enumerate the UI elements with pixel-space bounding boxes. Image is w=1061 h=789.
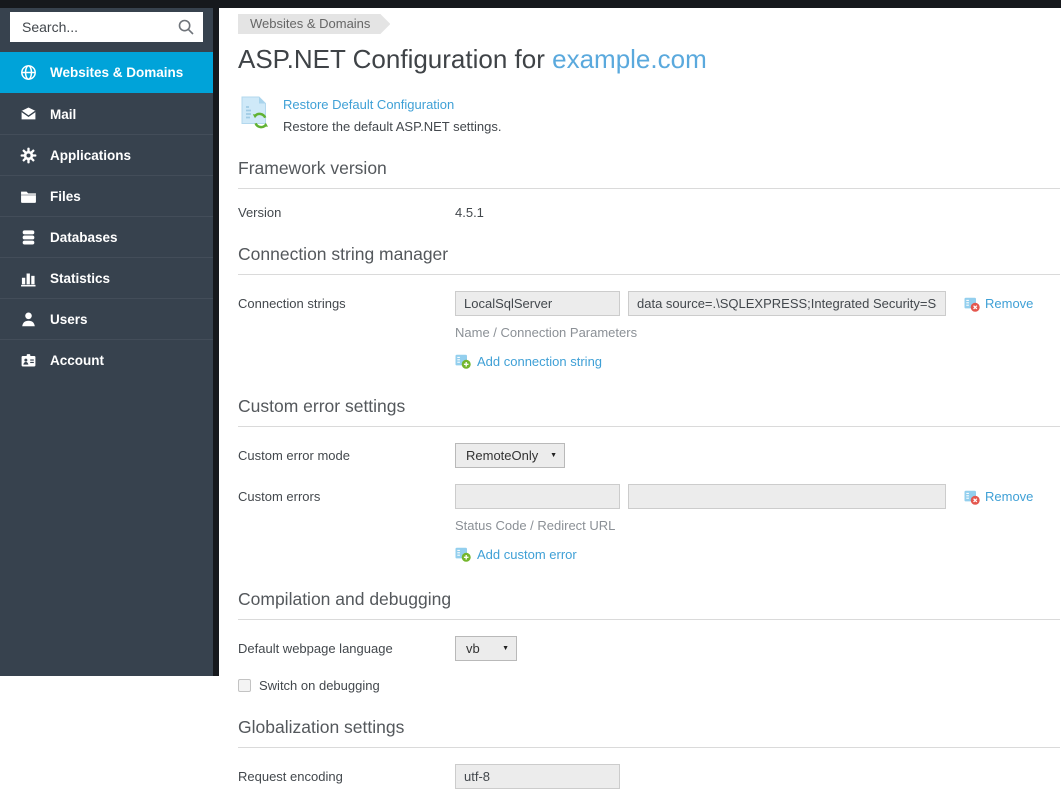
restore-default-link[interactable]: Restore Default Configuration [283, 97, 454, 112]
remove-icon [964, 296, 980, 312]
sidebar-item-label: Statistics [50, 271, 110, 286]
folder-icon [20, 188, 37, 205]
search-icon[interactable] [177, 18, 195, 36]
app-window: Websites & Domains Mail Applications Fil… [0, 0, 1061, 676]
search-box[interactable] [10, 12, 203, 42]
page-title: ASP.NET Configuration for example.com [238, 44, 1061, 75]
chevron-down-icon: ▼ [502, 645, 509, 652]
sidebar-item-label: Files [50, 189, 81, 204]
sidebar-item-label: Mail [50, 107, 76, 122]
compilation-heading: Compilation and debugging [238, 589, 1060, 620]
connection-strings-label: Connection strings [238, 296, 455, 311]
redirect-url-input[interactable] [628, 484, 946, 509]
bar-chart-icon [20, 270, 37, 287]
main-content: Websites & Domains ASP.NET Configuration… [219, 0, 1061, 676]
connection-strings-hint: Name / Connection Parameters [238, 325, 1061, 340]
switch-on-debugging-checkbox[interactable] [238, 679, 251, 692]
restore-config-icon[interactable] [238, 96, 270, 130]
sidebar-item-label: Applications [50, 148, 131, 163]
remove-icon [964, 489, 980, 505]
sidebar-item-label: Databases [50, 230, 118, 245]
status-code-input[interactable] [455, 484, 620, 509]
add-icon [455, 546, 471, 562]
sidebar-item-files[interactable]: Files [0, 175, 213, 216]
request-encoding-input[interactable] [455, 764, 620, 789]
framework-section: Version 4.5.1 [238, 205, 1061, 220]
framework-version-heading: Framework version [238, 158, 1060, 189]
version-label: Version [238, 205, 455, 220]
compilation-section: Default webpage language vb ▼ Switch on … [238, 636, 1061, 693]
connection-name-input[interactable] [455, 291, 620, 316]
sidebar-item-websites-domains[interactable]: Websites & Domains [0, 52, 213, 93]
restore-texts: Restore Default Configuration Restore th… [283, 96, 501, 134]
gear-icon [20, 147, 37, 164]
breadcrumb[interactable]: Websites & Domains [238, 14, 390, 34]
webpage-language-select[interactable]: vb ▼ [455, 636, 517, 661]
remove-custom-error-link[interactable]: Remove [964, 489, 1033, 505]
add-connection-string-link[interactable]: Add connection string [455, 353, 602, 369]
sidebar-item-label: Account [50, 353, 104, 368]
sidebar: Websites & Domains Mail Applications Fil… [0, 0, 219, 676]
switch-on-debugging-label: Switch on debugging [259, 678, 380, 693]
sidebar-item-label: Websites & Domains [50, 65, 183, 80]
sidebar-item-users[interactable]: Users [0, 298, 213, 339]
custom-error-heading: Custom error settings [238, 396, 1060, 427]
request-encoding-label: Request encoding [238, 769, 455, 784]
id-badge-icon [20, 352, 37, 369]
connection-string-heading: Connection string manager [238, 244, 1060, 275]
globalization-heading: Globalization settings [238, 717, 1060, 748]
mail-icon [20, 106, 37, 123]
version-value: 4.5.1 [455, 205, 484, 220]
search-input[interactable] [20, 18, 177, 36]
domain-name[interactable]: example.com [552, 44, 707, 74]
globe-icon [20, 64, 37, 81]
sidebar-item-mail[interactable]: Mail [0, 93, 213, 134]
sidebar-item-applications[interactable]: Applications [0, 134, 213, 175]
chevron-down-icon: ▼ [550, 452, 557, 459]
custom-error-mode-select[interactable]: RemoteOnly ▼ [455, 443, 565, 468]
custom-error-section: Custom error mode RemoteOnly ▼ Custom er… [238, 443, 1061, 565]
remove-connection-string-link[interactable]: Remove [964, 296, 1033, 312]
webpage-language-label: Default webpage language [238, 641, 455, 656]
sidebar-item-statistics[interactable]: Statistics [0, 257, 213, 298]
custom-errors-label: Custom errors [238, 489, 455, 504]
globalization-section: Request encoding [238, 764, 1061, 789]
add-custom-error-link[interactable]: Add custom error [455, 546, 577, 562]
restore-default-block: Restore Default Configuration Restore th… [238, 96, 1061, 134]
sidebar-item-databases[interactable]: Databases [0, 216, 213, 257]
database-icon [20, 229, 37, 246]
restore-description: Restore the default ASP.NET settings. [283, 119, 501, 134]
sidebar-nav: Websites & Domains Mail Applications Fil… [0, 52, 213, 380]
connection-parameters-input[interactable] [628, 291, 946, 316]
sidebar-item-account[interactable]: Account [0, 339, 213, 380]
connection-string-section: Connection strings Remove Name / Connect… [238, 291, 1061, 372]
sidebar-item-label: Users [50, 312, 88, 327]
top-black-strip [0, 0, 1061, 8]
user-icon [20, 311, 37, 328]
custom-errors-hint: Status Code / Redirect URL [238, 518, 1061, 533]
add-icon [455, 353, 471, 369]
custom-error-mode-label: Custom error mode [238, 448, 455, 463]
